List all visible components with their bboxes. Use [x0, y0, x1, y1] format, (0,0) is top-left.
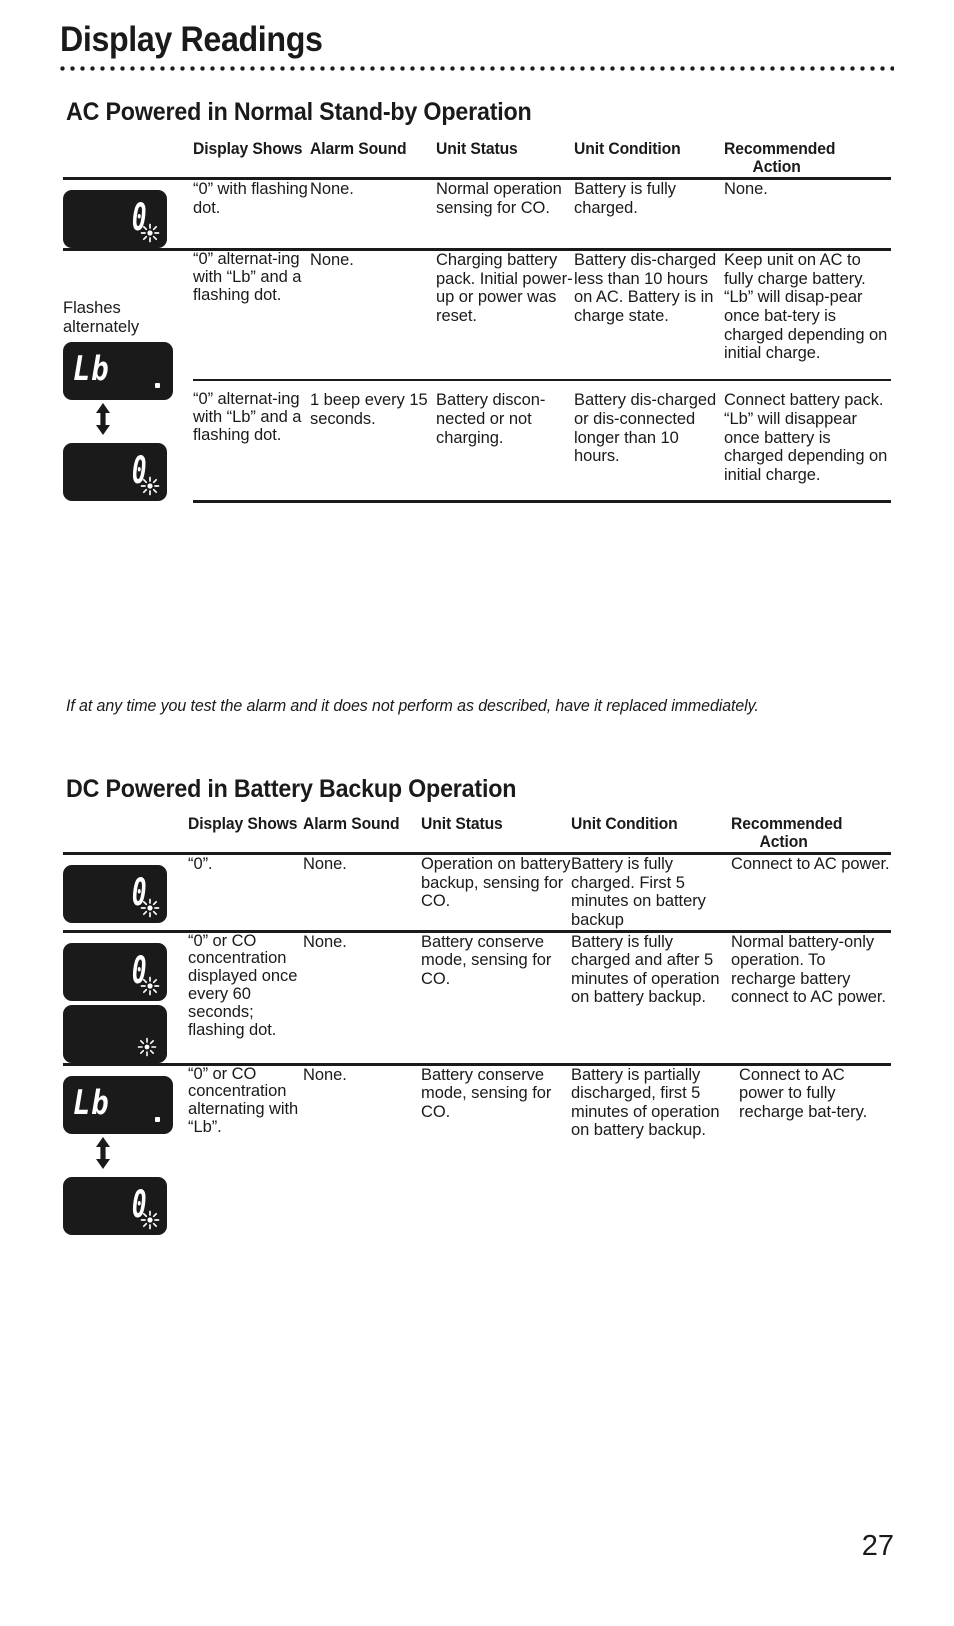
col-recommended-action: Recommended Action — [724, 140, 883, 178]
replacement-note: If at any time you test the alarm and it… — [66, 697, 759, 715]
document-page: Display Readings AC Powered in Normal St… — [0, 0, 954, 1626]
cell-alarm-sound: None. — [303, 929, 421, 1064]
col-alarm-sound: Alarm Sound — [303, 815, 400, 833]
cell-alarm-sound: None. — [310, 247, 436, 381]
col-recommended-label: Recommended — [731, 815, 843, 833]
col-unit-status: Unit Status — [421, 815, 503, 833]
table-row: Flashes alternately Lb 0 “0” alternat-in… — [63, 247, 891, 502]
lcd-display-blank — [63, 1004, 167, 1063]
table-row: 0 — [63, 176, 891, 250]
table-header-row: Display Shows Alarm Sound Unit Status Un… — [63, 140, 891, 178]
table-ac-powered: Display Shows Alarm Sound Unit Status Un… — [63, 140, 891, 503]
table-row: Lb 0 “0” or CO concentration alternating… — [63, 1062, 891, 1235]
title-block: Display Readings — [60, 22, 894, 71]
lcd-display-zero: 0 — [63, 443, 167, 502]
col-unit-condition: Unit Condition — [571, 815, 678, 833]
cell-unit-status: Battery conserve mode, sensing for CO. — [421, 929, 571, 1064]
cell-recommended-action: Connect battery pack. “Lb” will disappea… — [724, 379, 891, 503]
display-cell: Lb 0 — [63, 1062, 188, 1235]
section-heading-ac: AC Powered in Normal Stand-by Operation — [66, 98, 532, 126]
cell-alarm-sound: None. — [310, 176, 436, 250]
page-number: 27 — [861, 1530, 894, 1562]
table-dc-powered: Display Shows Alarm Sound Unit Status Un… — [63, 815, 891, 1235]
cell-recommended-action: Keep unit on AC to fully charge battery.… — [724, 247, 891, 381]
lcd-display-zero: 0 — [63, 189, 167, 248]
cell-unit-status: Operation on battery backup, sensing for… — [421, 851, 571, 931]
col-alarm-sound: Alarm Sound — [310, 140, 407, 158]
cell-recommended-action: Connect to AC power to fully recharge ba… — [731, 1062, 891, 1235]
cell-alarm-sound: None. — [303, 851, 421, 931]
display-cell: 0 — [63, 851, 188, 931]
lcd-display-zero: 0 — [63, 942, 167, 1001]
lcd-display-zero: 0 — [63, 1176, 167, 1235]
display-cell: 0 — [63, 176, 193, 250]
flashing-dot-icon — [140, 1210, 160, 1229]
cell-unit-condition: Battery is fully charged. — [574, 176, 724, 250]
cell-recommended-action: Connect to AC power. — [731, 851, 891, 931]
col-spacer — [63, 815, 188, 853]
col-unit-condition: Unit Condition — [574, 140, 681, 158]
flashing-dot-icon — [140, 976, 160, 995]
col-recommended-label: Recommended — [724, 140, 836, 158]
cell-unit-condition: Battery is partially discharged, first 5… — [571, 1062, 731, 1235]
col-recommended-action: Recommended Action — [731, 815, 883, 853]
table-row: 0 “0”. None. Operation on battery backup… — [63, 851, 891, 931]
table-header-row: Display Shows Alarm Sound Unit Status Un… — [63, 815, 891, 853]
display-cell: Flashes alternately Lb 0 — [63, 247, 193, 502]
cell-unit-condition: Battery dis-charged or dis-connected lon… — [574, 379, 724, 503]
table-row: 0 — [63, 929, 891, 1064]
flashing-dot-icon — [140, 223, 160, 243]
cell-unit-condition: Battery dis-charged less than 10 hours o… — [574, 247, 724, 381]
page-title: Display Readings — [60, 20, 323, 59]
dotted-divider — [60, 66, 894, 71]
cell-display-shows: “0” or CO concentration alternating with… — [188, 1062, 303, 1235]
lcd-text-lb: Lb — [73, 1082, 110, 1123]
cell-display-shows: “0” with flashing dot. — [193, 176, 310, 250]
lcd-display-lb: Lb — [63, 342, 173, 401]
col-spacer — [63, 140, 193, 178]
cell-unit-condition: Battery is fully charged. First 5 minute… — [571, 851, 731, 931]
cell-recommended-action: Normal battery-only operation. To rechar… — [731, 929, 891, 1064]
lcd-display-lb: Lb — [63, 1075, 173, 1134]
alternating-arrow-icon — [96, 1136, 110, 1169]
lcd-static-dot — [155, 383, 160, 389]
col-display-shows: Display Shows — [193, 140, 303, 158]
cell-display-shows: “0”. — [188, 851, 303, 931]
cell-alarm-sound: None. — [303, 1062, 421, 1235]
alternating-arrow-icon — [96, 403, 110, 436]
flashing-dot-icon — [140, 898, 160, 918]
lcd-static-dot — [155, 1116, 160, 1122]
cell-display-shows: “0” alternat-ing with “Lb” and a flashin… — [193, 247, 310, 381]
col-action-label: Action — [752, 158, 801, 177]
section-heading-dc: DC Powered in Battery Backup Operation — [66, 775, 517, 803]
cell-display-shows: “0” or CO concentration displayed once e… — [188, 929, 303, 1064]
col-action-label: Action — [759, 833, 808, 852]
cell-unit-status: Charging battery pack. Initial power-up … — [436, 247, 574, 381]
cell-unit-status: Battery discon-nected or not charging. — [436, 379, 574, 503]
col-unit-status: Unit Status — [436, 140, 518, 158]
cell-unit-status: Battery conserve mode, sensing for CO. — [421, 1062, 571, 1235]
flashing-dot-icon — [140, 476, 160, 496]
lcd-display-zero: 0 — [63, 864, 167, 923]
cell-unit-status: Normal operation sensing for CO. — [436, 176, 574, 250]
cell-recommended-action: None. — [724, 176, 891, 250]
col-display-shows: Display Shows — [188, 815, 298, 833]
lcd-text-lb: Lb — [73, 349, 110, 390]
cell-display-shows: “0” alternat-ing with “Lb” and a flashin… — [193, 379, 310, 503]
cell-unit-condition: Battery is fully charged and after 5 min… — [571, 929, 731, 1064]
flashes-alternately-label: Flashes alternately — [63, 298, 140, 336]
display-cell: 0 — [63, 929, 188, 1064]
flashing-dot-icon — [137, 1037, 157, 1056]
cell-alarm-sound: 1 beep every 15 seconds. — [310, 379, 436, 503]
